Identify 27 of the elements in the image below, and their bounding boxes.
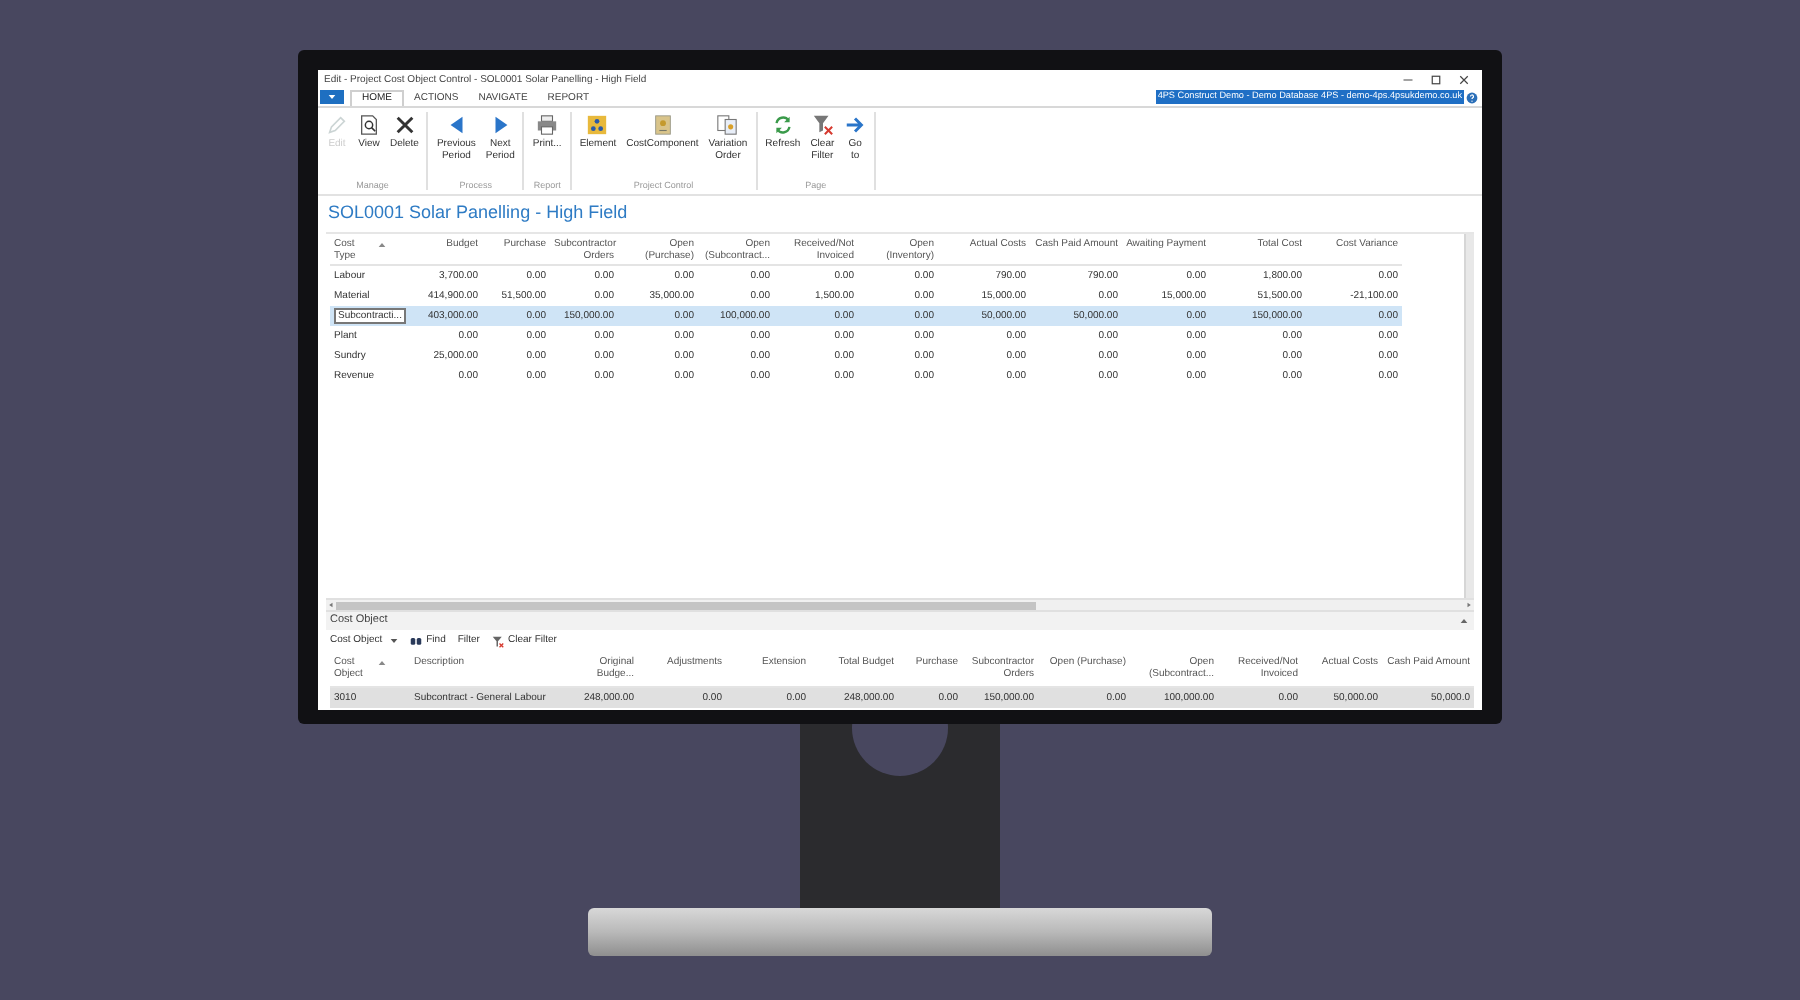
scrollbar-thumb[interactable]	[336, 601, 1036, 609]
right-arrow-icon	[844, 114, 867, 136]
sort-icon[interactable]	[378, 660, 386, 666]
left-triangle-icon	[445, 114, 468, 136]
minimize-icon[interactable]	[1402, 74, 1414, 86]
close-icon[interactable]	[1458, 74, 1470, 86]
document-icon	[651, 114, 674, 136]
printer-icon	[536, 114, 559, 136]
horizontal-scrollbar[interactable]	[326, 598, 1474, 612]
sort-icon[interactable]	[378, 242, 386, 248]
refresh-icon	[771, 114, 794, 136]
tile-icon	[586, 114, 609, 136]
funnel-x-icon	[491, 635, 504, 647]
maximize-icon[interactable]	[1430, 74, 1442, 86]
caret-icon	[328, 94, 336, 100]
vertical-scrollbar[interactable]	[1464, 234, 1474, 598]
funnel-x-icon	[811, 114, 834, 136]
x-icon	[393, 114, 416, 136]
pencil-icon	[326, 114, 348, 136]
binoculars-icon	[410, 636, 423, 646]
help-icon[interactable]	[1466, 92, 1478, 104]
menu-button[interactable]	[320, 90, 344, 104]
collapse-icon[interactable]	[1460, 618, 1468, 624]
caret-icon	[390, 638, 399, 644]
documents-icon	[716, 114, 739, 136]
magnifier-page-icon	[358, 114, 380, 136]
page-title: SOL0001 Solar Panelling - High Field	[326, 200, 630, 226]
